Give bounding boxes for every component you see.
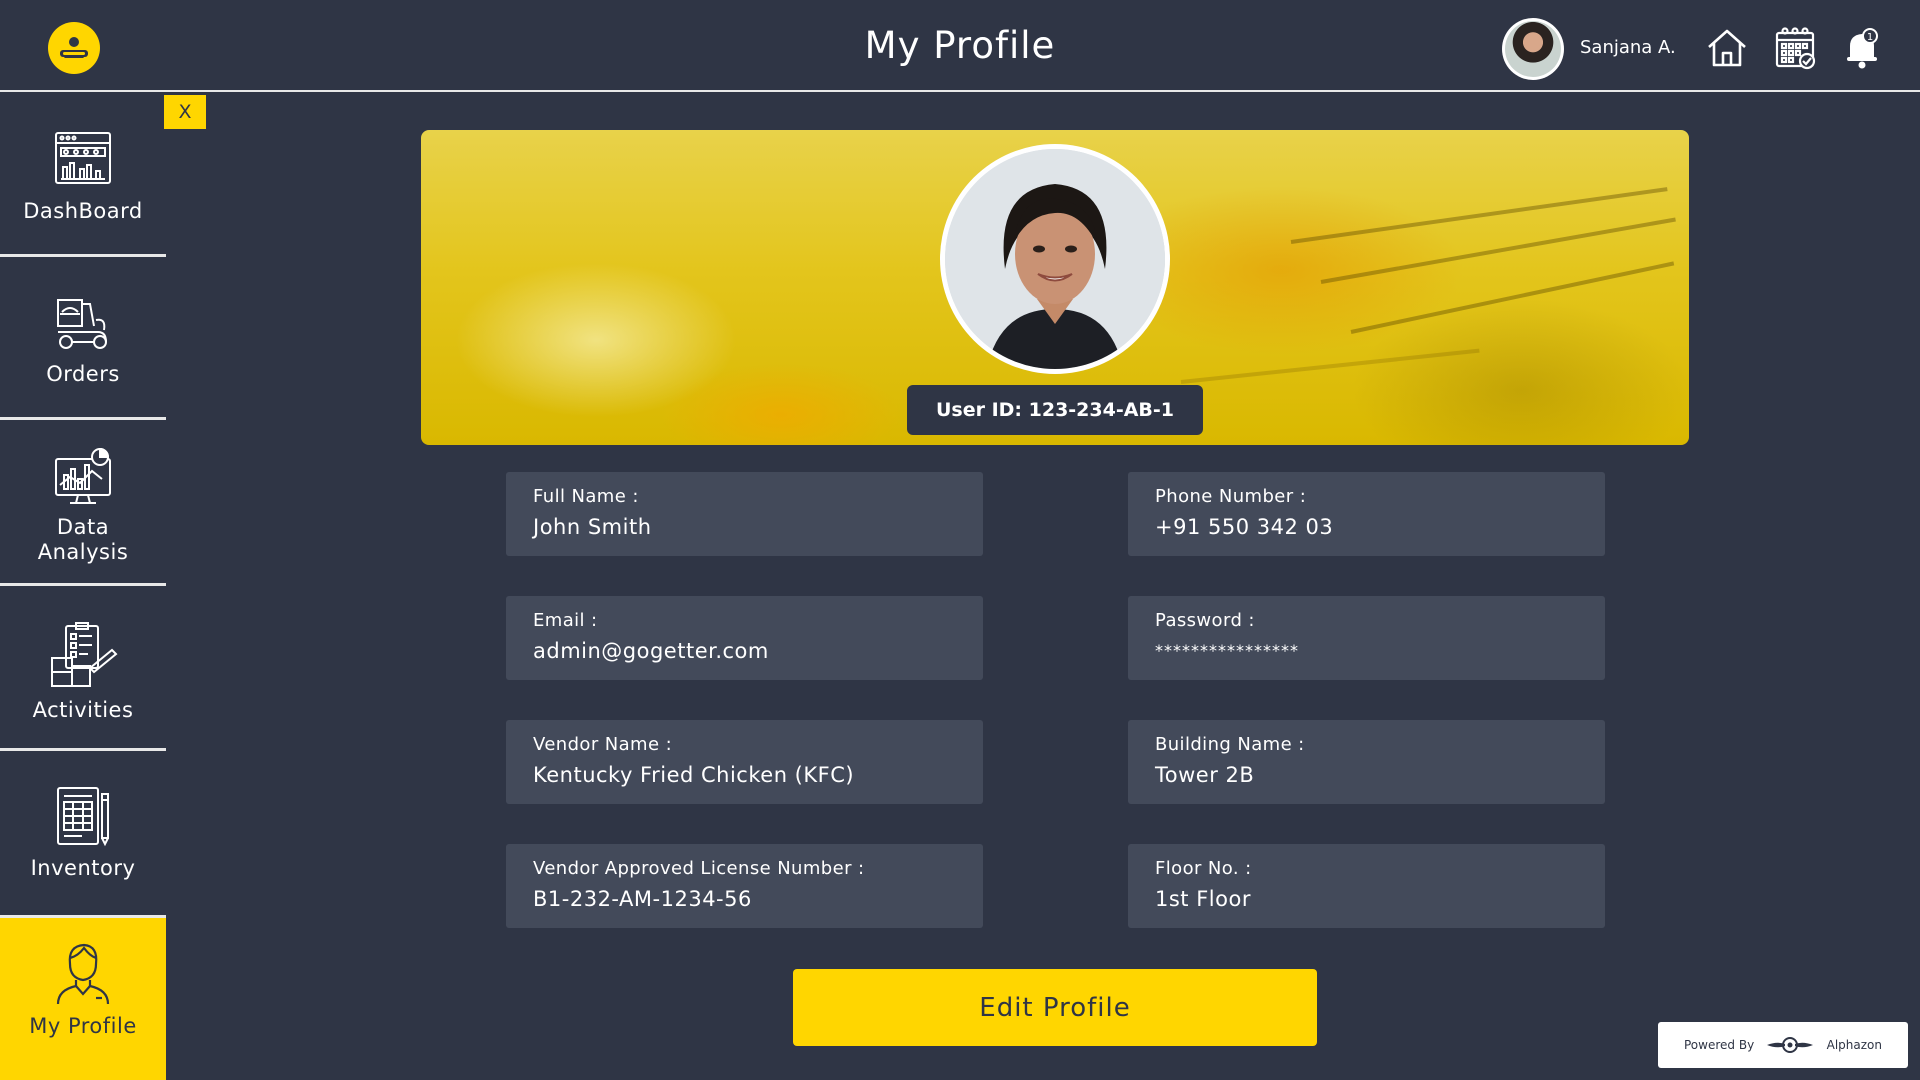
field-label: Vendor Name : — [533, 734, 673, 755]
field-value: +91 550 342 03 — [1155, 515, 1334, 539]
header-username[interactable]: Sanjana A. — [1580, 37, 1676, 58]
sidebar-item-label: Data Analysis — [37, 515, 129, 564]
field-label: Floor No. : — [1155, 858, 1252, 879]
field-value: Tower 2B — [1155, 763, 1255, 787]
full-name-field[interactable]: Full Name : John Smith — [506, 472, 983, 556]
edit-profile-button[interactable]: Edit Profile — [793, 969, 1317, 1046]
alphazon-logo-icon — [1767, 1037, 1814, 1053]
field-label: Vendor Approved License Number : — [533, 858, 865, 879]
field-label: Full Name : — [533, 486, 639, 507]
brand-name: Alphazon — [1826, 1038, 1882, 1052]
email-field[interactable]: Email : admin@gogetter.com — [506, 596, 983, 680]
field-value: **************** — [1155, 641, 1299, 660]
close-sidebar-button[interactable]: X — [164, 95, 206, 129]
field-label: Password : — [1155, 610, 1255, 631]
password-field[interactable]: Password : **************** — [1128, 596, 1605, 680]
header-avatar[interactable] — [1502, 18, 1564, 80]
activities-clipboard-icon — [48, 620, 118, 690]
building-name-field[interactable]: Building Name : Tower 2B — [1128, 720, 1605, 804]
inventory-sheet-icon — [52, 784, 114, 848]
license-number-field[interactable]: Vendor Approved License Number : B1-232-… — [506, 844, 983, 928]
vendor-name-field[interactable]: Vendor Name : Kentucky Fried Chicken (KF… — [506, 720, 983, 804]
svg-text:1: 1 — [1867, 32, 1873, 43]
data-analysis-icon — [52, 445, 114, 507]
field-label: Building Name : — [1155, 734, 1305, 755]
sidebar-item-label: DashBoard — [23, 199, 143, 223]
field-value: John Smith — [533, 515, 652, 539]
sidebar-item-inventory[interactable]: Inventory — [0, 751, 166, 918]
sidebar-item-label: Orders — [46, 362, 120, 386]
delivery-scooter-icon — [52, 292, 114, 354]
sidebar-item-dashboard[interactable]: DashBoard — [0, 94, 166, 257]
field-value: B1-232-AM-1234-56 — [533, 887, 752, 911]
phone-number-field[interactable]: Phone Number : +91 550 342 03 — [1128, 472, 1605, 556]
field-label: Email : — [533, 610, 598, 631]
sidebar-item-label: My Profile — [29, 1014, 137, 1038]
sidebar-item-data-analysis[interactable]: Data Analysis — [0, 420, 166, 586]
dashboard-icon — [52, 129, 114, 191]
sidebar-item-label: Activities — [32, 698, 134, 722]
top-header: My Profile Sanjana A. 1 — [0, 0, 1920, 92]
field-label: Phone Number : — [1155, 486, 1307, 507]
user-id-badge: User ID: 123-234-AB-1 — [907, 385, 1203, 435]
sidebar-item-my-profile[interactable]: My Profile — [0, 918, 166, 1080]
sidebar: DashBoard Orders Data Analysis Activitie… — [0, 94, 166, 1080]
powered-by-label: Powered By — [1684, 1038, 1755, 1052]
notification-bell-icon[interactable]: 1 — [1840, 26, 1884, 70]
profile-avatar[interactable] — [940, 144, 1170, 374]
calendar-icon[interactable] — [1773, 26, 1817, 70]
field-value: 1st Floor — [1155, 887, 1251, 911]
sidebar-item-label: Inventory — [30, 856, 136, 880]
user-profile-icon — [52, 940, 114, 1006]
field-value: Kentucky Fried Chicken (KFC) — [533, 763, 855, 787]
sidebar-item-activities[interactable]: Activities — [0, 586, 166, 751]
sidebar-item-orders[interactable]: Orders — [0, 257, 166, 420]
home-icon[interactable] — [1705, 26, 1749, 70]
powered-by-badge[interactable]: Powered By Alphazon — [1658, 1022, 1908, 1068]
field-value: admin@gogetter.com — [533, 639, 769, 663]
floor-number-field[interactable]: Floor No. : 1st Floor — [1128, 844, 1605, 928]
